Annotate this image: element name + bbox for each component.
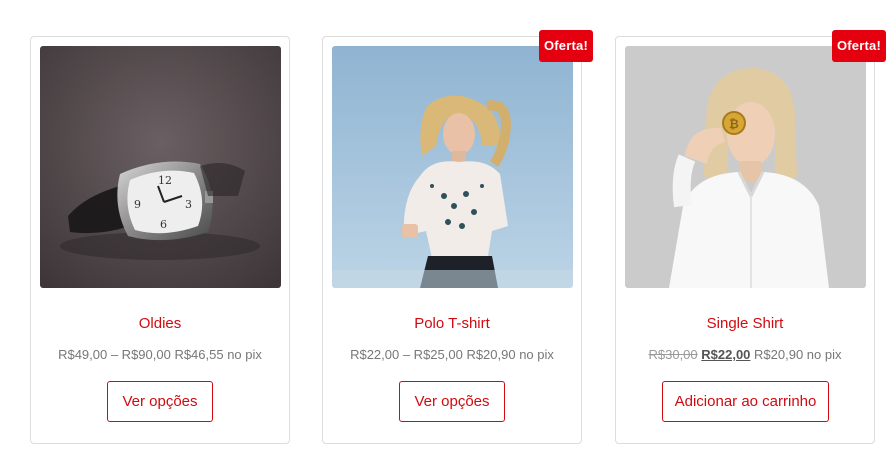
svg-text:9: 9 bbox=[134, 198, 141, 211]
original-price: R$30,00 bbox=[648, 347, 698, 362]
svg-text:3: 3 bbox=[185, 198, 192, 211]
view-options-button[interactable]: Ver opções bbox=[399, 381, 505, 422]
woman-embroidered-blouse-photo bbox=[332, 46, 573, 288]
wristwatch-photo: 12 3 6 9 bbox=[40, 46, 281, 288]
sale-price: R$22,00 bbox=[701, 347, 751, 362]
sale-badge: Oferta! bbox=[538, 30, 593, 62]
product-title[interactable]: Oldies bbox=[31, 315, 289, 332]
pix-price: R$20,90 no pix bbox=[754, 347, 842, 362]
product-card-single-shirt: ₿ Oferta! Single Shirt R$30,00 R$22,00 R… bbox=[615, 30, 886, 444]
product-card-polo-tshirt: Oferta! Polo T-shirt R$22,00 – R$25,00 R… bbox=[322, 30, 593, 444]
product-title[interactable]: Single Shirt bbox=[616, 315, 874, 332]
svg-text:₿: ₿ bbox=[729, 117, 739, 131]
woman-holding-coin-photo: ₿ bbox=[625, 46, 866, 288]
product-image-oldies[interactable]: 12 3 6 9 bbox=[40, 46, 281, 288]
view-options-button[interactable]: Ver opções bbox=[107, 381, 213, 422]
product-title[interactable]: Polo T-shirt bbox=[323, 315, 581, 332]
product-image-single-shirt[interactable]: ₿ bbox=[625, 46, 866, 288]
product-card-oldies: 12 3 6 9 Oldies R$49,00 – R$90,00 R$46,5… bbox=[30, 36, 290, 444]
product-price: R$22,00 – R$25,00 R$20,90 no pix bbox=[350, 347, 554, 362]
product-price: R$30,00 R$22,00 R$20,90 no pix bbox=[616, 347, 874, 362]
svg-text:6: 6 bbox=[160, 218, 167, 231]
add-to-cart-button[interactable]: Adicionar ao carrinho bbox=[662, 381, 829, 422]
sale-badge: Oferta! bbox=[831, 30, 886, 62]
svg-text:12: 12 bbox=[158, 174, 172, 187]
product-image-polo-tshirt[interactable] bbox=[332, 46, 573, 288]
product-price: R$49,00 – R$90,00 R$46,55 no pix bbox=[58, 347, 262, 362]
